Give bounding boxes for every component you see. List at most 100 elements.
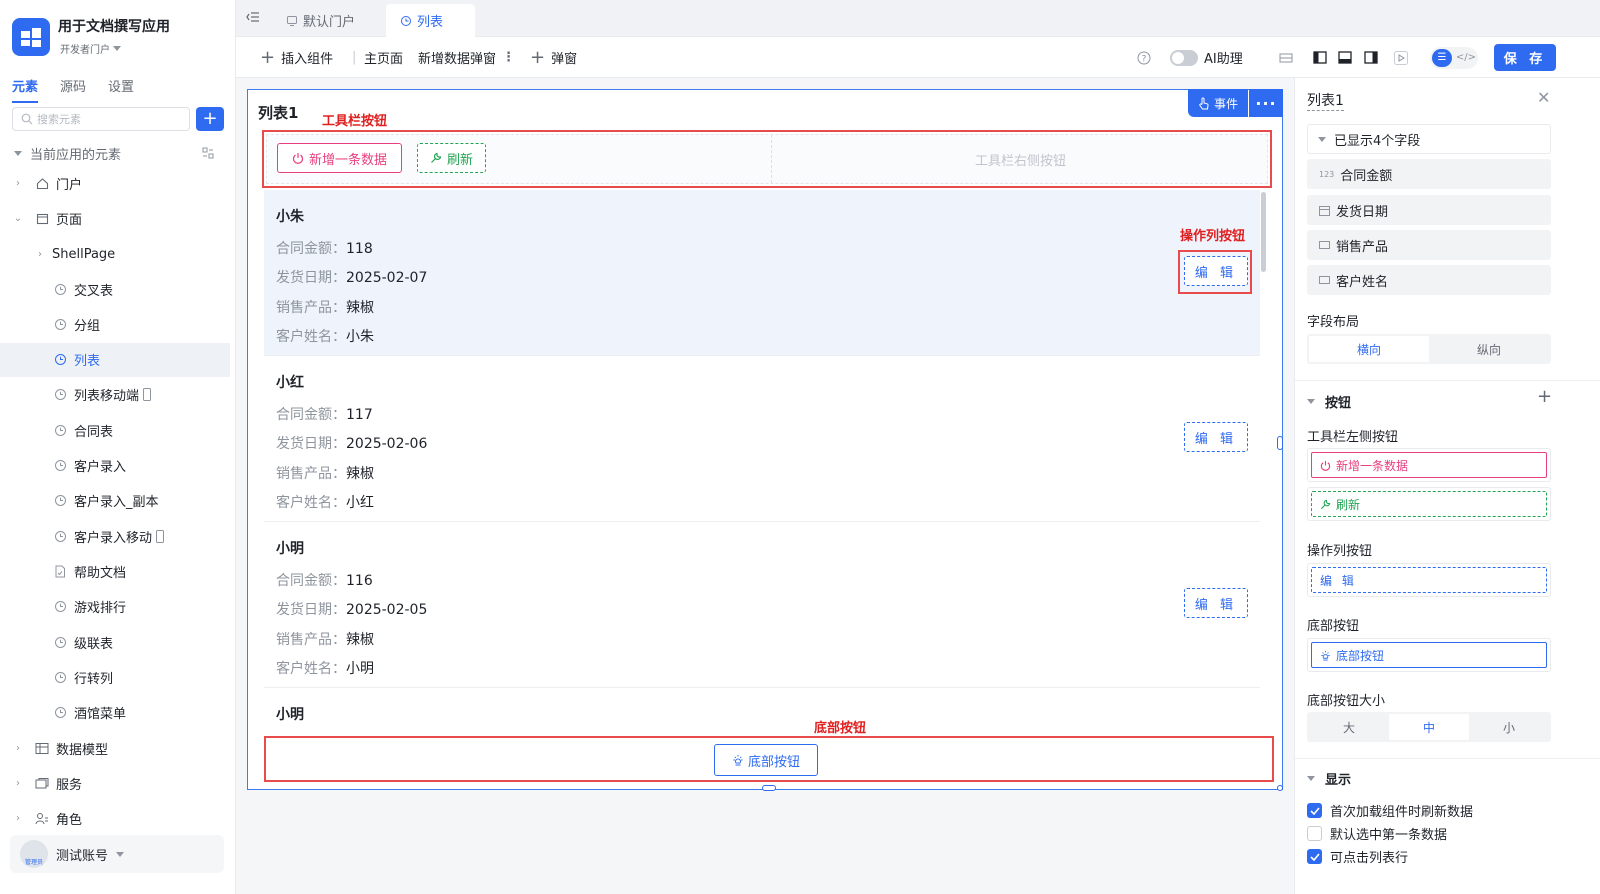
- sidebar-item-page[interactable]: 客户录入移动: [0, 519, 230, 553]
- display-option[interactable]: 首次加载组件时刷新数据: [1307, 801, 1473, 820]
- add-popup-button[interactable]: + 弹窗: [530, 37, 577, 78]
- buttons-section-header[interactable]: 按钮: [1307, 392, 1351, 411]
- sidebar-item-page[interactable]: 交叉表: [0, 272, 230, 306]
- toggle-switch[interactable]: [1170, 49, 1198, 66]
- checkbox-unchecked[interactable]: [1307, 826, 1322, 841]
- service-icon: [34, 775, 50, 791]
- tab-source[interactable]: 源码: [60, 76, 86, 103]
- code-mode-icon[interactable]: </>: [1456, 52, 1476, 63]
- add-record-button[interactable]: 新增一条数据: [277, 143, 403, 173]
- event-button[interactable]: 事件: [1187, 89, 1248, 117]
- plus-icon: +: [530, 46, 546, 68]
- fields-dropdown[interactable]: 已显示4个字段: [1307, 124, 1551, 154]
- sidebar-item-page[interactable]: 级联表: [0, 625, 230, 659]
- sidebar-item-page[interactable]: 列表: [0, 342, 230, 377]
- checkbox-checked[interactable]: [1307, 849, 1322, 864]
- preview-play-icon[interactable]: [1394, 37, 1408, 78]
- sidebar-item-page[interactable]: 合同表: [0, 413, 230, 447]
- list-item[interactable]: 小明 合同金额：116 发货日期：2025-02-05 销售产品：辣椒 客户姓名：小明编…: [264, 522, 1260, 688]
- ai-assistant-toggle[interactable]: AI助理: [1170, 37, 1243, 78]
- portal-selector[interactable]: 开发者门户: [60, 41, 121, 56]
- display-option[interactable]: 默认选中第一条数据: [1307, 824, 1447, 843]
- main-page-button[interactable]: 主页面: [364, 37, 403, 78]
- search-input[interactable]: [37, 112, 177, 126]
- design-mode-icon[interactable]: ☰: [1432, 48, 1452, 67]
- field-item-customer[interactable]: 客户姓名: [1307, 265, 1551, 295]
- resize-handle-right[interactable]: [1277, 436, 1283, 450]
- page-icon: [401, 15, 411, 26]
- sidebar-item-data-model[interactable]: › 数据模型: [0, 731, 230, 765]
- footer-button[interactable]: 底部按钮: [714, 744, 818, 776]
- sidebar-item-page[interactable]: 游戏排行: [0, 590, 230, 624]
- layout-icon[interactable]: [1279, 37, 1293, 78]
- footer-size-label: 底部按钮大小: [1307, 694, 1386, 709]
- left-panel-icon[interactable]: [1313, 37, 1327, 78]
- help-icon[interactable]: ?: [1137, 37, 1151, 78]
- layout-vertical-option[interactable]: 纵向: [1429, 336, 1549, 362]
- chevron-right-icon: ›: [38, 248, 42, 260]
- panel-edit-button[interactable]: 编 辑: [1311, 567, 1547, 593]
- field-item-date[interactable]: 发货日期: [1307, 195, 1551, 225]
- sidebar-item-role[interactable]: › 角色: [0, 801, 230, 835]
- list-component[interactable]: 列表1 事件 ··· 工具栏按钮 新增一条数据 刷新 工具栏右侧按钮 小朱 合同金…: [247, 89, 1283, 791]
- bottom-panel-icon[interactable]: [1338, 37, 1352, 78]
- sidebar-item-page[interactable]: 分组: [0, 307, 230, 341]
- sidebar-item-portal[interactable]: › 门户: [0, 166, 230, 200]
- list-item[interactable]: 小红 合同金额：117 发货日期：2025-02-06 销售产品：辣椒 客户姓名：小红编…: [264, 356, 1260, 522]
- edit-button[interactable]: 编 辑: [1184, 588, 1248, 618]
- tab-settings[interactable]: 设置: [108, 76, 134, 103]
- panel-title[interactable]: 列表1: [1307, 90, 1344, 111]
- sidebar-item-page[interactable]: 行转列: [0, 660, 230, 694]
- field-item-product[interactable]: 销售产品: [1307, 230, 1551, 260]
- collapse-tree-icon[interactable]: [202, 147, 214, 159]
- checkbox-checked[interactable]: [1307, 803, 1322, 818]
- annotation-footer-button: 底部按钮: [814, 721, 867, 736]
- sidebar-item-page[interactable]: 酒馆菜单: [0, 696, 230, 730]
- tree-section-current-app[interactable]: 当前应用的元素: [0, 136, 230, 170]
- more-icon[interactable]: ···: [1249, 89, 1283, 117]
- resize-handle-corner[interactable]: [1277, 785, 1283, 791]
- add-element-button[interactable]: +: [196, 107, 224, 131]
- toolbar-right-slot[interactable]: 工具栏右侧按钮: [771, 135, 1269, 183]
- view-mode-switch[interactable]: ☰ </>: [1430, 37, 1478, 78]
- size-large-option[interactable]: 大: [1309, 714, 1389, 740]
- user-account[interactable]: 管理员 测试账号: [10, 835, 224, 873]
- collapse-sidebar-icon[interactable]: [246, 11, 260, 23]
- sidebar-item-page[interactable]: 列表移动端: [0, 378, 230, 412]
- panel-add-record-button[interactable]: 新增一条数据: [1311, 452, 1547, 478]
- editor-toolbar: + 插入组件 | 主页面 新增数据弹窗 ⋮ + 弹窗 ? AI助理 ☰ </> …: [236, 37, 1600, 78]
- refresh-button[interactable]: 刷新: [417, 143, 487, 173]
- new-popup-dropdown[interactable]: 新增数据弹窗 ⋮: [418, 37, 515, 78]
- sidebar-item-page[interactable]: 客户录入_副本: [0, 484, 230, 518]
- insert-component-button[interactable]: + 插入组件: [260, 37, 333, 78]
- size-small-option[interactable]: 小: [1469, 714, 1549, 740]
- layout-horizontal-option[interactable]: 横向: [1309, 336, 1429, 362]
- scrollbar[interactable]: [1261, 192, 1266, 272]
- sidebar-item-service[interactable]: › 服务: [0, 766, 230, 800]
- tab-default-portal[interactable]: 默认门户: [272, 4, 369, 37]
- sidebar-item-pages[interactable]: ⌄ 页面: [0, 201, 230, 235]
- record-field-customer: 客户姓名：小红: [276, 492, 374, 512]
- panel-refresh-button[interactable]: 刷新: [1311, 491, 1547, 517]
- close-icon[interactable]: ✕: [1537, 90, 1550, 106]
- list-item[interactable]: 小明: [264, 688, 1260, 733]
- display-option[interactable]: 可点击列表行: [1307, 847, 1408, 866]
- panel-footer-button[interactable]: 底部按钮: [1311, 642, 1547, 668]
- list-item[interactable]: 小朱 合同金额：118 发货日期：2025-02-07 销售产品：辣椒 客户姓名：小朱编…: [264, 190, 1260, 356]
- field-item-amount[interactable]: 123 合同金额: [1307, 159, 1551, 189]
- edit-button[interactable]: 编 辑: [1184, 422, 1248, 452]
- sidebar-item-page[interactable]: 客户录入: [0, 449, 230, 483]
- display-section-header[interactable]: 显示: [1307, 769, 1351, 788]
- tab-elements[interactable]: 元素: [12, 76, 39, 103]
- resize-handle-bottom[interactable]: [762, 785, 776, 791]
- tab-list[interactable]: 列表: [386, 4, 475, 37]
- sidebar-item-shellpage[interactable]: › ShellPage: [0, 237, 230, 271]
- page-icon: [52, 705, 68, 721]
- add-button-icon[interactable]: +: [1537, 388, 1552, 406]
- save-button[interactable]: 保 存: [1494, 44, 1556, 71]
- chevron-down-icon: [1318, 136, 1326, 142]
- right-panel-icon[interactable]: [1364, 37, 1378, 78]
- size-medium-option[interactable]: 中: [1389, 714, 1469, 740]
- sidebar-item-page[interactable]: 帮助文档: [0, 554, 230, 588]
- section-title: 当前应用的元素: [30, 147, 122, 163]
